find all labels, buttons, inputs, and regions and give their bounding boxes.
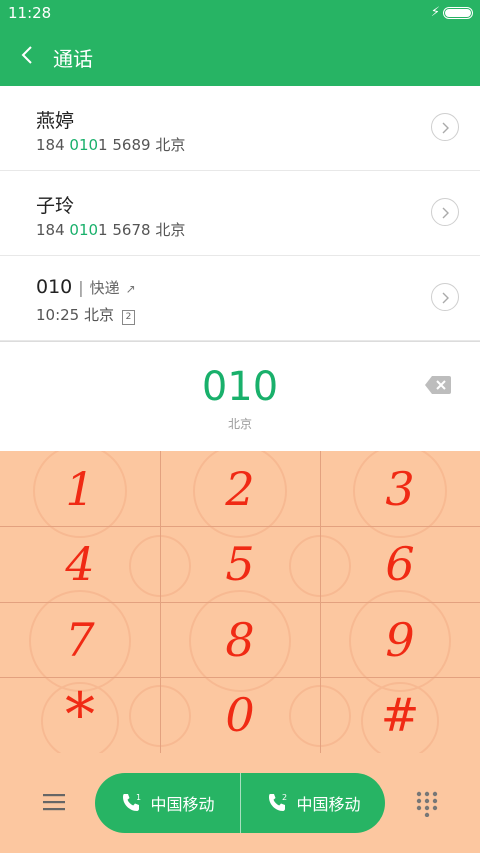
call-sim1-button[interactable]: 1 中国移动 [95, 773, 240, 833]
call-log-number: 010 | 快递 ↗ [36, 276, 136, 298]
contact-name: 子玲 [36, 195, 75, 217]
number-region: 北京 [227, 417, 252, 431]
key-5[interactable]: 5 [160, 527, 320, 603]
dial-display: 010 北京 [0, 341, 480, 452]
svg-text:2: 2 [282, 793, 287, 802]
bottom-bar: 1 中国移动 2 中国移动 [0, 753, 480, 853]
phone-sim2-icon: 2 [269, 793, 288, 811]
location-label: 北京 [155, 136, 186, 154]
key-9[interactable]: 9 [320, 602, 480, 678]
detail-chevron-icon[interactable] [431, 113, 459, 141]
sim1-label: 中国移动 [150, 795, 215, 814]
detail-chevron-icon[interactable] [431, 198, 459, 226]
key-4[interactable]: 4 [0, 527, 160, 603]
key-hash[interactable]: # [320, 678, 480, 754]
contact-number: 184 0101 5678 北京 [36, 221, 186, 239]
key-3[interactable]: 3 [320, 451, 480, 527]
page-title: 通话 [53, 47, 93, 71]
svg-text:1: 1 [136, 793, 141, 802]
call-button-group: 1 中国移动 2 中国移动 [95, 773, 385, 833]
list-item[interactable]: 燕婷 184 0101 5689 北京 [0, 86, 480, 171]
keypad-toggle-icon[interactable] [416, 791, 438, 821]
sim2-label: 中国移动 [296, 795, 361, 814]
dial-keypad: 1 2 3 4 5 6 7 8 9 * 0 # [0, 451, 480, 753]
sim-2-icon: 2 [122, 310, 136, 325]
search-results-list: 燕婷 184 0101 5689 北京 子玲 184 0101 5678 北京 … [0, 86, 480, 341]
call-time: 10:25 [36, 306, 80, 324]
location-label: 北京 [84, 306, 115, 324]
location-label: 北京 [155, 221, 186, 239]
list-item[interactable]: 010 | 快递 ↗ 10:25 北京 2 [0, 256, 480, 341]
dialed-number: 010 [201, 364, 279, 410]
detail-chevron-icon[interactable] [431, 283, 459, 311]
key-7[interactable]: 7 [0, 602, 160, 678]
backspace-icon[interactable] [425, 376, 451, 398]
contact-name: 燕婷 [36, 110, 75, 132]
matched-digits: 010 [69, 136, 99, 154]
contact-number: 184 0101 5689 北京 [36, 136, 186, 154]
list-item[interactable]: 子玲 184 0101 5678 北京 [0, 171, 480, 256]
key-2[interactable]: 2 [160, 451, 320, 527]
key-0[interactable]: 0 [160, 678, 320, 754]
menu-icon[interactable] [42, 793, 66, 815]
call-sim2-button[interactable]: 2 中国移动 [240, 773, 385, 833]
number-tag: 快递 [89, 279, 120, 297]
outgoing-call-icon: ↗ [125, 282, 136, 296]
status-bar: 11:28 ⚡ [0, 0, 480, 28]
call-log-meta: 10:25 北京 2 [36, 304, 136, 325]
key-8[interactable]: 8 [160, 602, 320, 678]
status-time: 11:28 [8, 4, 52, 22]
phone-sim1-icon: 1 [123, 793, 142, 811]
matched-digits: 010 [69, 221, 99, 239]
key-6[interactable]: 6 [320, 527, 480, 603]
battery-icon [443, 7, 473, 19]
app-bar: 通话 [0, 28, 480, 86]
key-1[interactable]: 1 [0, 451, 160, 527]
back-arrow-icon[interactable] [18, 42, 40, 68]
key-star[interactable]: * [0, 678, 160, 754]
bolt-icon: ⚡ [430, 5, 440, 20]
